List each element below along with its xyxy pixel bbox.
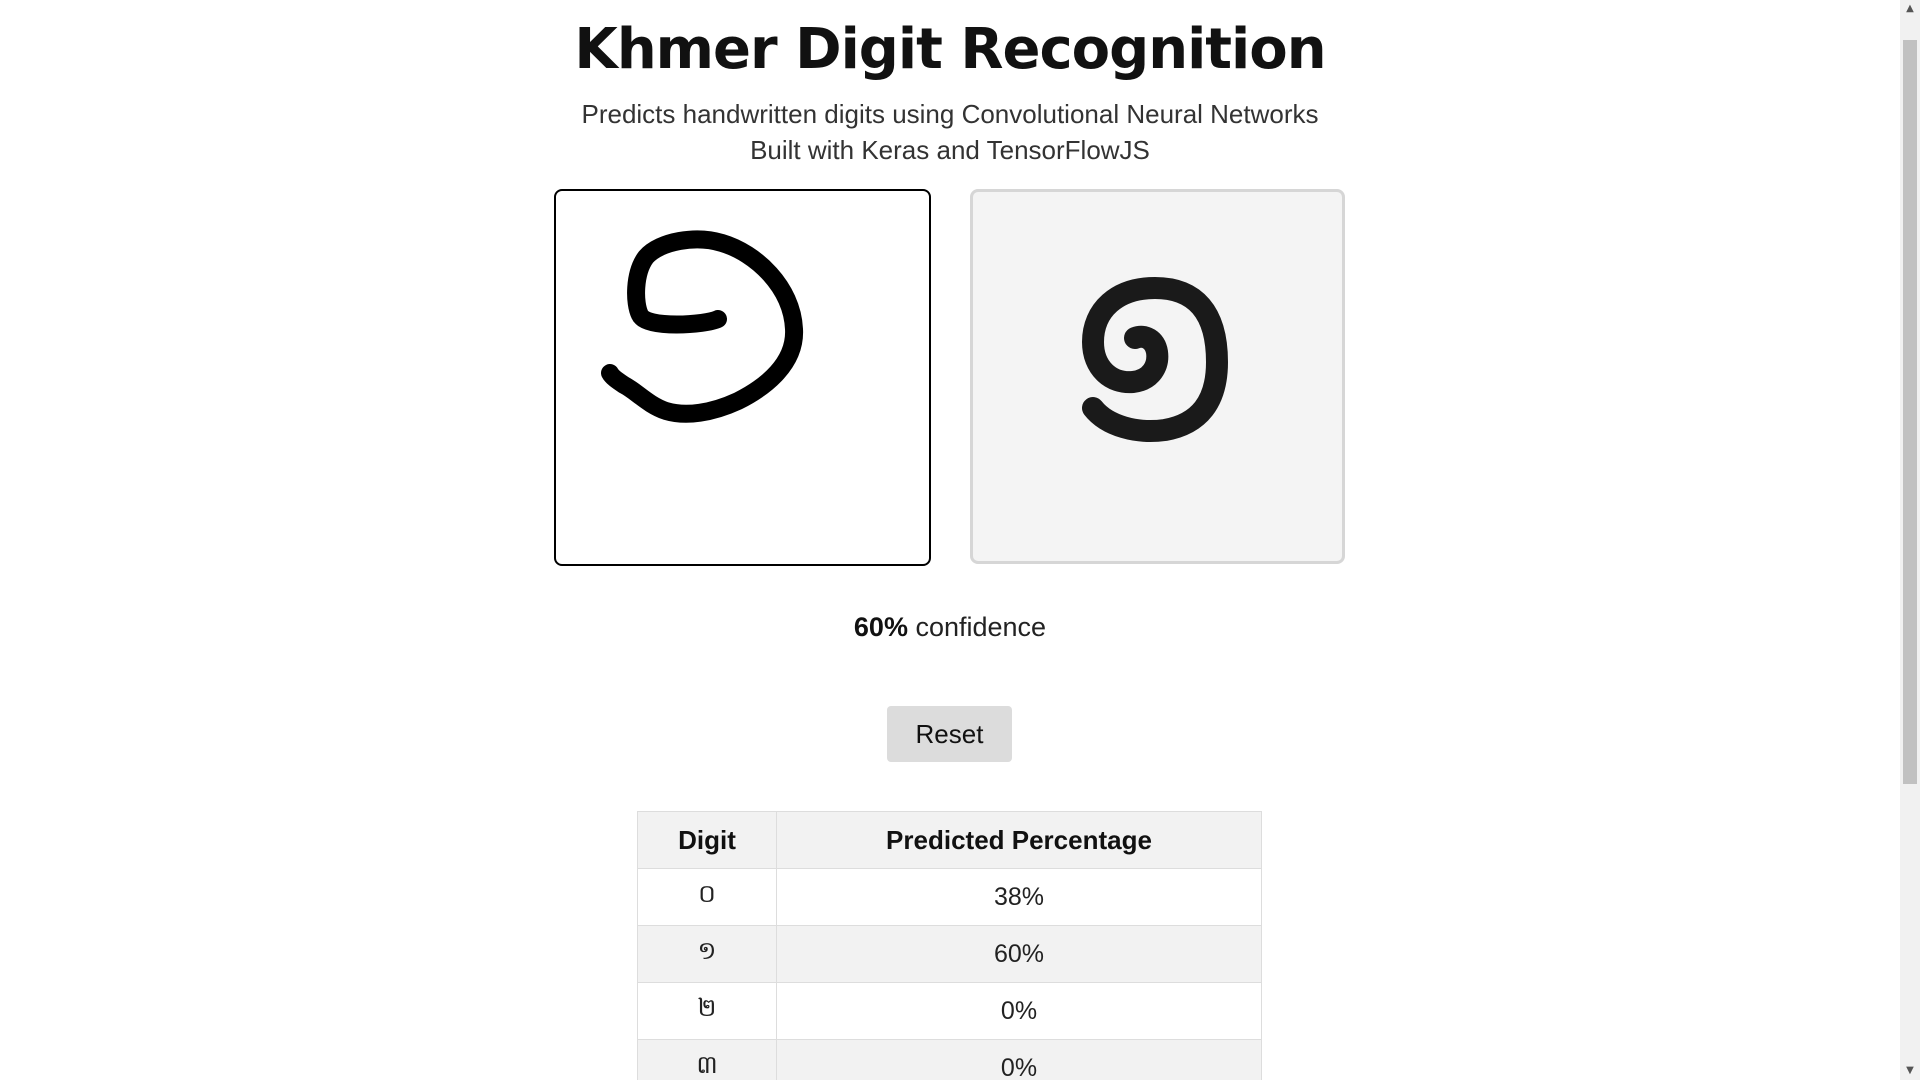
scroll-up-arrow-icon[interactable]: ▲ [1900, 0, 1920, 18]
percentage-cell: 60% [776, 925, 1262, 983]
column-header-percentage: Predicted Percentage [776, 811, 1262, 869]
digit-cell: ០ [637, 868, 777, 926]
column-header-digit: Digit [637, 811, 777, 869]
percentage-cell: 38% [776, 868, 1262, 926]
predicted-digit-glyph [1082, 277, 1228, 442]
table-row: ១ 60% [637, 925, 1262, 983]
predicted-digit-display [970, 189, 1345, 564]
digit-cell: ២ [637, 982, 777, 1040]
handwritten-stroke [601, 230, 804, 423]
prediction-table: Digit Predicted Percentage ០ 38% ១ 60% ២… [637, 811, 1262, 1080]
vertical-scrollbar[interactable]: ▲ ▼ [1900, 0, 1920, 1080]
digit-cell: ១ [637, 925, 777, 983]
page-subtitle: Predicts handwritten digits using Convol… [0, 96, 1900, 168]
drawing-canvas[interactable] [554, 189, 931, 566]
page-content: Khmer Digit Recognition Predicts handwri… [0, 0, 1900, 168]
confidence-label: confidence [915, 612, 1047, 642]
confidence-text: 60% confidence [0, 612, 1900, 643]
percentage-cell: 0% [776, 1039, 1262, 1080]
percentage-cell: 0% [776, 982, 1262, 1040]
canvas-area [554, 189, 1346, 569]
scrollbar-thumb[interactable] [1903, 40, 1917, 784]
confidence-value: 60% [853, 612, 908, 642]
subtitle-line-2: Built with Keras and TensorFlowJS [750, 135, 1150, 165]
subtitle-line-1: Predicts handwritten digits using Convol… [581, 99, 1319, 129]
table-row: ០ 38% [637, 868, 1262, 926]
table-row: ៣ 0% [637, 1039, 1262, 1080]
reset-button[interactable]: Reset [887, 706, 1012, 762]
page-title: Khmer Digit Recognition [574, 17, 1326, 82]
scroll-down-arrow-icon[interactable]: ▼ [1900, 1062, 1920, 1080]
table-row: ២ 0% [637, 982, 1262, 1040]
page-viewport: Khmer Digit Recognition Predicts handwri… [0, 0, 1900, 1080]
table-header-row: Digit Predicted Percentage [637, 811, 1262, 869]
digit-cell: ៣ [637, 1039, 777, 1080]
